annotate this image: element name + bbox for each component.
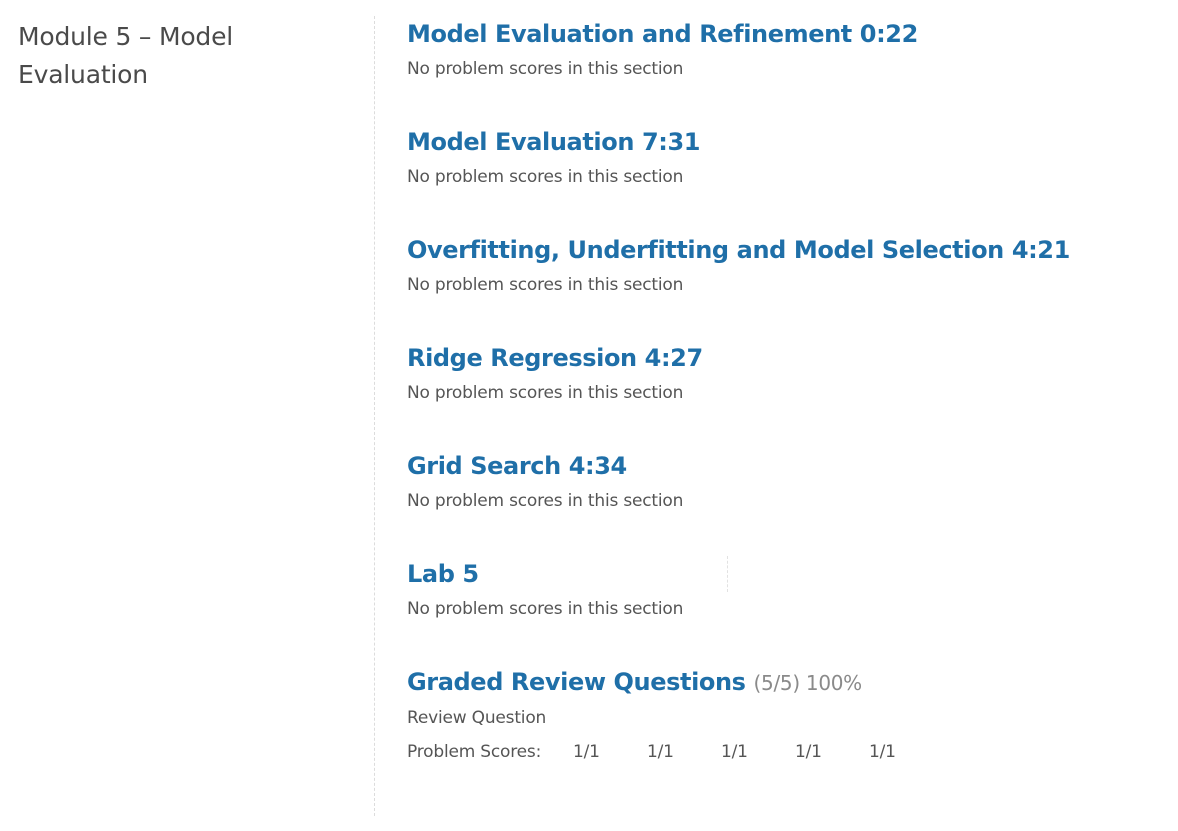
no-scores-text: No problem scores in this section: [407, 491, 684, 511]
section-item: Ridge Regression 4:27 No problem scores …: [407, 342, 1167, 404]
section-item: Lab 5 No problem scores in this section: [407, 558, 1167, 620]
column-divider: [374, 16, 375, 816]
subsection-label: Review Question: [407, 708, 547, 728]
graded-section: Graded Review Questions (5/5) 100% Revie…: [407, 666, 1167, 763]
section-link-model-evaluation-and-refinement[interactable]: Model Evaluation and Refinement 0:22: [407, 20, 918, 48]
section-item: Model Evaluation 7:31 No problem scores …: [407, 126, 1167, 188]
no-scores-text: No problem scores in this section: [407, 383, 684, 403]
section-link-graded-review-questions[interactable]: Graded Review Questions: [407, 668, 746, 696]
problem-score: 1/1: [795, 742, 822, 762]
section-link-lab-5[interactable]: Lab 5: [407, 560, 479, 588]
problem-scores-label: Problem Scores:: [407, 742, 542, 762]
problem-score: 1/1: [647, 742, 674, 762]
problem-score: 1/1: [573, 742, 600, 762]
section-item: Overfitting, Underfitting and Model Sele…: [407, 234, 1167, 296]
no-scores-text: No problem scores in this section: [407, 59, 684, 79]
section-item: Grid Search 4:34 No problem scores in th…: [407, 450, 1167, 512]
chapter-title: Module 5 – Model Evaluation: [18, 22, 234, 89]
section-link-model-evaluation[interactable]: Model Evaluation 7:31: [407, 128, 700, 156]
section-item: Model Evaluation and Refinement 0:22 No …: [407, 18, 1167, 80]
problem-scores-row: Problem Scores: 1/1 1/1 1/1 1/1 1/1: [407, 741, 1167, 763]
section-link-ridge-regression[interactable]: Ridge Regression 4:27: [407, 344, 703, 372]
no-scores-text: No problem scores in this section: [407, 275, 684, 295]
section-score-summary: (5/5) 100%: [753, 671, 863, 695]
column-divider-secondary: [727, 556, 728, 592]
no-scores-text: No problem scores in this section: [407, 599, 684, 619]
section-link-overfitting-underfitting[interactable]: Overfitting, Underfitting and Model Sele…: [407, 236, 1070, 264]
section-link-grid-search[interactable]: Grid Search 4:34: [407, 452, 627, 480]
problem-score: 1/1: [721, 742, 748, 762]
no-scores-text: No problem scores in this section: [407, 167, 684, 187]
problem-score: 1/1: [869, 742, 896, 762]
